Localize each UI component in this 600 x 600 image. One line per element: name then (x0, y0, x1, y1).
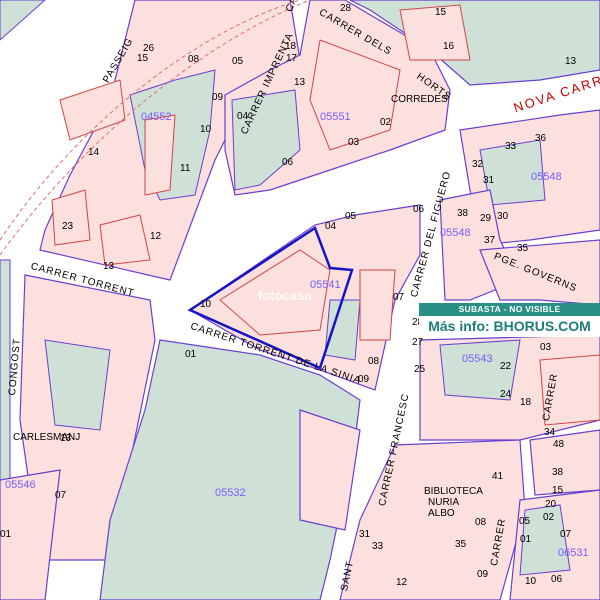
parcel-number: 05 (519, 516, 531, 527)
parcel-number: 24 (500, 389, 512, 400)
parcel-number: 12 (150, 231, 162, 242)
parcel-number: 38 (457, 208, 469, 219)
label-nuria: NURIA (428, 497, 460, 508)
parcel-number: 13 (294, 77, 306, 88)
parcel-number: 29 (480, 213, 492, 224)
more-info-link[interactable]: Más info: BHORUS.COM (419, 316, 600, 337)
parcel-number: 15 (435, 7, 447, 18)
parcel-number: 23 (62, 221, 74, 232)
parcel-number: 05 (345, 211, 357, 222)
cadastral-id: 05546 (5, 479, 36, 491)
label-albo: ALBO (428, 508, 455, 519)
parcel-number: 05 (232, 56, 244, 67)
cadastral-id: 05548 (531, 171, 562, 183)
parcel-number: 09 (358, 374, 370, 385)
cadastral-id: 05532 (215, 487, 246, 499)
parcel-number: 38 (552, 467, 564, 478)
cadastral-id: 05541 (310, 279, 341, 291)
parcel-number: 13 (60, 433, 72, 444)
parcel-number: 08 (475, 517, 487, 528)
parcel-number: 09 (477, 569, 489, 580)
cadastral-id: 04552 (141, 111, 172, 123)
cadastral-id: 06531 (558, 547, 589, 559)
auction-status-text: SUBASTA - NO VISIBLE (419, 303, 600, 316)
parcel-number: 07 (55, 490, 67, 501)
parcel-number: 28 (340, 3, 352, 14)
parcel-number: 08 (188, 54, 200, 65)
parcel-number: 20 (545, 499, 557, 510)
parcel-number: 06 (551, 574, 563, 585)
parcel-number: 36 (535, 133, 547, 144)
parcel-number: 33 (372, 541, 384, 552)
parcel-number: 10 (525, 576, 537, 587)
parcel-number: 02 (543, 512, 555, 523)
parcel-number: 13 (565, 56, 577, 67)
parcel-number: 09 (212, 92, 224, 103)
parcel-number: 35 (517, 243, 529, 254)
cadastral-id: 05551 (320, 111, 351, 123)
parcel-number: 06 (282, 157, 294, 168)
parcel-number: 04 (237, 111, 249, 122)
parcel-number: 01 (0, 529, 12, 540)
parcel-number: 13 (103, 261, 115, 272)
parcel-number: 15 (137, 53, 149, 64)
parcel-number: 22 (500, 361, 512, 372)
parcel-number: 33 (505, 141, 517, 152)
parcel-number: 37 (484, 235, 496, 246)
parcel-number: 03 (348, 137, 360, 148)
parcel-number: 02 (380, 117, 392, 128)
parcel-number: 35 (455, 539, 467, 550)
parcel-number: 25 (414, 364, 426, 375)
parcel-number: 01 (185, 349, 197, 360)
parcel-number: 27 (412, 337, 424, 348)
parcel-number: 07 (560, 529, 572, 540)
parcel-number: 11 (180, 163, 191, 174)
cadastral-map[interactable]: PASSEIG CARRER CARRER DELS HORTS NOVA CA… (0, 0, 600, 600)
parcel-number: 14 (88, 147, 100, 158)
parcel-number: 17 (286, 53, 298, 64)
parcel-number: 03 (540, 342, 552, 353)
parcel-number: 08 (368, 356, 380, 367)
parcel-number: 18 (285, 41, 297, 52)
label-corredes: CORREDES (391, 94, 448, 105)
parcel-number: 06 (413, 204, 425, 215)
cadastral-id: 05548 (440, 227, 471, 239)
parcel-number: 31 (359, 529, 371, 540)
auction-banner[interactable]: SUBASTA - NO VISIBLE Más info: BHORUS.CO… (419, 303, 600, 337)
parcel-number: 16 (443, 41, 455, 52)
parcel-number: 48 (553, 439, 565, 450)
label-biblioteca: BIBLIOTECA (424, 486, 483, 497)
parcel-number: 01 (520, 534, 532, 545)
fotocasa-watermark: fotocasa (258, 288, 312, 303)
parcel-number: 12 (396, 577, 408, 588)
parcel-number: 10 (200, 299, 212, 310)
parcel-number: 31 (483, 175, 495, 186)
parcel-number: 15 (552, 485, 564, 496)
parcel-number: 34 (544, 427, 556, 438)
parcel-number: 07 (393, 292, 405, 303)
parcel-number: 41 (492, 471, 504, 482)
parcel-number: 18 (520, 397, 532, 408)
cadastral-id: 05543 (462, 353, 493, 365)
parcel-number: 32 (472, 159, 484, 170)
parcel-number: 04 (325, 221, 337, 232)
parcel-number: 10 (200, 124, 212, 135)
parcel-number: 30 (497, 211, 509, 222)
